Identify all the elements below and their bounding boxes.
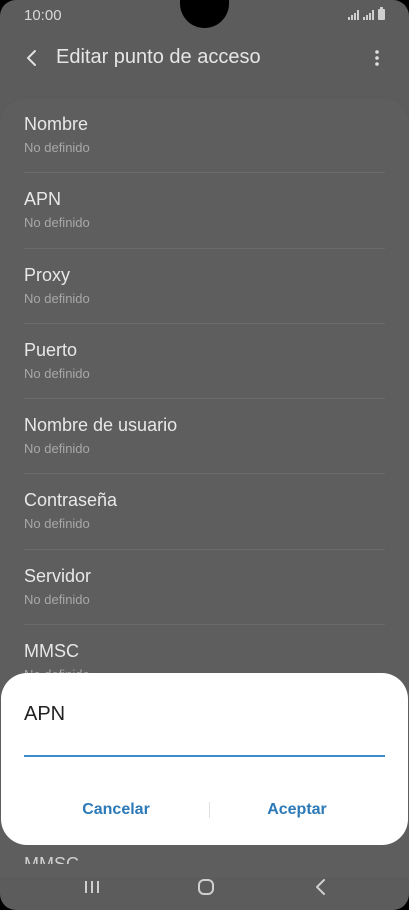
field-label: Servidor xyxy=(24,565,92,586)
list-item-servidor[interactable]: Servidor No definido xyxy=(24,550,385,626)
screen: 10:00 Editar punto de acceso Nombre No d… xyxy=(0,0,409,910)
field-label: Contraseña xyxy=(24,490,118,511)
field-label: MMSC xyxy=(24,641,79,662)
status-bar: 10:00 xyxy=(0,0,409,32)
signal-icon xyxy=(363,10,374,20)
field-value: No definido xyxy=(24,591,90,607)
home-icon[interactable] xyxy=(191,874,221,900)
battery-icon xyxy=(378,7,385,20)
cancel-button[interactable]: Cancelar xyxy=(16,795,216,825)
app-header: Editar punto de acceso xyxy=(0,36,409,80)
list-item-nombre[interactable]: Nombre No definido xyxy=(24,98,385,174)
field-value: No definido xyxy=(24,441,90,457)
camera-notch xyxy=(180,0,229,28)
field-label: Nombre xyxy=(24,114,89,134)
chevron-left-icon[interactable] xyxy=(20,46,44,70)
list-item-nombre-de-usuario[interactable]: Nombre de usuario No definido xyxy=(24,399,385,475)
accept-button[interactable]: Aceptar xyxy=(197,795,397,825)
field-label: APN xyxy=(24,189,62,210)
dialog-title: APN xyxy=(24,703,66,725)
list-item-puerto[interactable]: Puerto No definido xyxy=(24,324,385,400)
page-title: Editar punto de acceso xyxy=(56,46,261,68)
field-value: No definido xyxy=(24,140,90,155)
apn-dialog: APN Cancelar Aceptar xyxy=(1,673,408,845)
list-item-apn[interactable]: APN No definido xyxy=(24,173,385,249)
field-value: No definido xyxy=(24,215,90,231)
field-value: No definido xyxy=(24,290,90,306)
list-item-proxy[interactable]: Proxy No definido xyxy=(24,249,385,324)
apn-field-list: Nombre No definido APN No definido Proxy… xyxy=(0,98,409,699)
list-item-contrasena[interactable]: Contraseña No definido xyxy=(24,474,385,550)
navigation-bar xyxy=(0,862,409,910)
apn-input[interactable] xyxy=(24,735,385,757)
status-icons xyxy=(348,7,385,20)
field-label: Nombre de usuario xyxy=(24,415,178,436)
signal-icon xyxy=(348,10,359,20)
more-vertical-icon[interactable] xyxy=(365,46,389,70)
field-label: Puerto xyxy=(24,339,78,360)
back-icon[interactable] xyxy=(306,874,336,900)
status-time: 10:00 xyxy=(24,7,62,24)
field-value: No definido xyxy=(24,516,90,532)
recents-icon[interactable] xyxy=(77,874,107,900)
field-label: Proxy xyxy=(24,264,71,285)
field-value: No definido xyxy=(24,365,90,381)
